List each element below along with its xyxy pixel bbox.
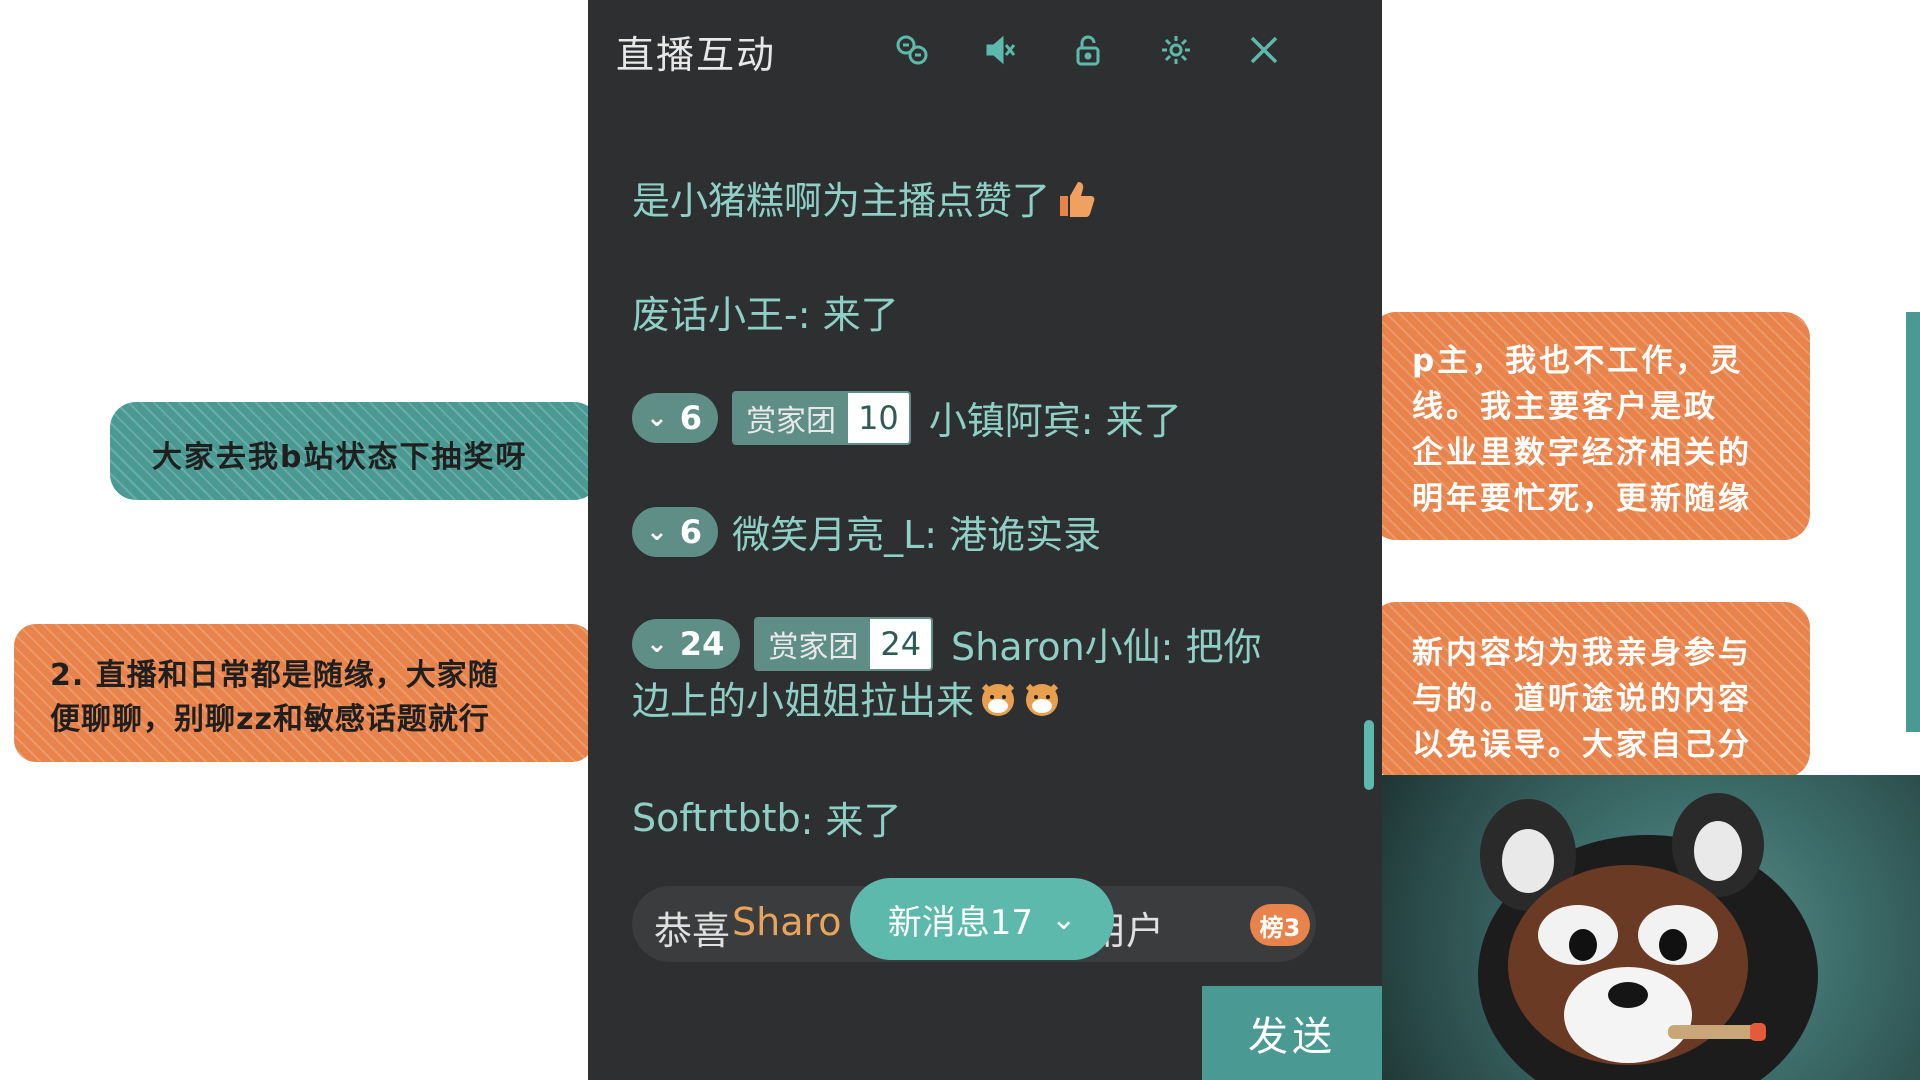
list-item: ⌄ 6 赏家团 10 小镇阿宾 : 来了: [632, 390, 1182, 445]
chat-header: 直播互动: [588, 0, 1382, 100]
lottery-banner-text: 大家去我b站状态下抽奖呀: [152, 440, 528, 475]
intro-banner-line: 企业里数字经济相关的: [1412, 435, 1752, 471]
list-item: Softrtbtb : 来了: [632, 790, 902, 845]
chevron-down-icon: ⌄: [646, 628, 668, 659]
message-text: 为主播点赞了: [822, 179, 1051, 223]
settings-icon[interactable]: [1156, 30, 1196, 70]
message-username[interactable]: Sharon小仙: [951, 616, 1161, 671]
close-icon[interactable]: [1244, 30, 1284, 70]
message-list[interactable]: 是小猪糕啊 为主播点赞了 废话小王- : 来了 ⌄ 6 赏家团 10 小镇阿宾 …: [588, 100, 1382, 1000]
user-level-badge: ⌄ 24: [632, 618, 741, 669]
rank-badge: 榜3: [1250, 904, 1310, 946]
list-item: ⌄ 6 微笑月亮_L : 港诡实录: [632, 504, 1101, 559]
list-item: ⌄ 24 赏家团 24 Sharon小仙 : 把你: [632, 616, 1262, 671]
congrats-username[interactable]: Sharo: [732, 900, 842, 944]
user-level: 6: [679, 512, 703, 551]
user-level-badge: ⌄ 6: [632, 506, 719, 557]
message-text: : 来了: [797, 293, 899, 337]
chat-input[interactable]: [588, 986, 1202, 1080]
user-level-badge: ⌄ 6: [632, 392, 719, 443]
message-username[interactable]: 是小猪糕啊: [632, 170, 822, 225]
message-username[interactable]: 小镇阿宾: [929, 390, 1081, 445]
translate-icon[interactable]: [892, 30, 932, 70]
chat-scrollbar[interactable]: [1364, 720, 1374, 790]
live-chat-panel: 直播互动 是小猪糕啊 为主播点赞了 废话小王- : 来了 ⌄ 6 赏家团 10 …: [588, 0, 1382, 1080]
send-button[interactable]: 发送: [1202, 986, 1382, 1080]
intro-banner-line: p主，我也不工作，灵: [1412, 343, 1744, 379]
doge-emoji-icon: [981, 683, 1015, 716]
disclaimer-banner-line: 与的。道听途说的内容: [1412, 681, 1752, 717]
panel-title: 直播互动: [616, 33, 777, 77]
fan-club-level: 10: [848, 392, 909, 443]
intro-banner-line: 线。我主要客户是政: [1412, 389, 1718, 425]
background-edge-strip: [1906, 312, 1920, 732]
message-text: : 港诡实录: [924, 513, 1102, 557]
lottery-banner: 大家去我b站状态下抽奖呀: [110, 402, 600, 500]
message-username[interactable]: Softrtbtb: [632, 796, 801, 840]
disclaimer-banner: 新内容均为我亲身参与 与的。道听途说的内容 以免误导。大家自己分: [1370, 602, 1810, 778]
fan-club-badge[interactable]: 赏家团 24: [754, 616, 934, 671]
mute-icon[interactable]: [980, 30, 1020, 70]
disclaimer-banner-line: 以免误导。大家自己分: [1412, 727, 1752, 763]
chevron-down-icon: ⌄: [1051, 901, 1077, 937]
disclaimer-banner-line: 新内容均为我亲身参与: [1412, 635, 1752, 671]
notice-banner-line: 便聊聊，别聊zz和敏感话题就行: [50, 702, 490, 737]
message-text: : 把你: [1160, 625, 1262, 669]
message-text: : 来了: [1080, 399, 1182, 443]
intro-banner-line: 明年要忙死，更新随缘: [1412, 481, 1752, 517]
message-username[interactable]: 废话小王-: [632, 284, 798, 339]
thumbs-up-icon: [1060, 181, 1095, 217]
new-messages-button[interactable]: 新消息17 ⌄: [850, 878, 1114, 960]
chevron-down-icon: ⌄: [646, 516, 668, 547]
message-text: 边上的小姐姐拉出来: [632, 679, 975, 723]
fan-club-name: 赏家团: [734, 392, 849, 443]
new-messages-label: 新消息17: [887, 902, 1034, 943]
notice-banner-line: 2. 直播和日常都是随缘，大家随: [50, 658, 499, 693]
red-panda-avatar-image: [1478, 793, 1818, 1080]
fan-club-name: 赏家团: [756, 618, 871, 669]
congrats-label: 恭喜: [654, 909, 731, 953]
fan-club-badge[interactable]: 赏家团 10: [732, 390, 911, 445]
list-item: 废话小王- : 来了: [632, 284, 899, 339]
message-continuation: 边上的小姐姐拉出来: [632, 670, 1062, 725]
streamer-camera: [1378, 775, 1920, 1080]
intro-banner: p主，我也不工作，灵 线。我主要客户是政 企业里数字经济相关的 明年要忙死，更新…: [1370, 312, 1810, 540]
message-username[interactable]: 微笑月亮_L: [732, 504, 924, 559]
notice-banner: 2. 直播和日常都是随缘，大家随 便聊聊，别聊zz和敏感话题就行: [14, 624, 594, 762]
user-level: 24: [679, 624, 725, 663]
fan-club-level: 24: [870, 618, 932, 669]
doge-emoji-icon: [1025, 683, 1059, 716]
lock-icon[interactable]: [1068, 30, 1108, 70]
message-text: : 来了: [800, 799, 902, 843]
user-level: 6: [679, 398, 703, 437]
list-item: 是小猪糕啊 为主播点赞了: [632, 170, 1098, 225]
chevron-down-icon: ⌄: [646, 402, 668, 433]
